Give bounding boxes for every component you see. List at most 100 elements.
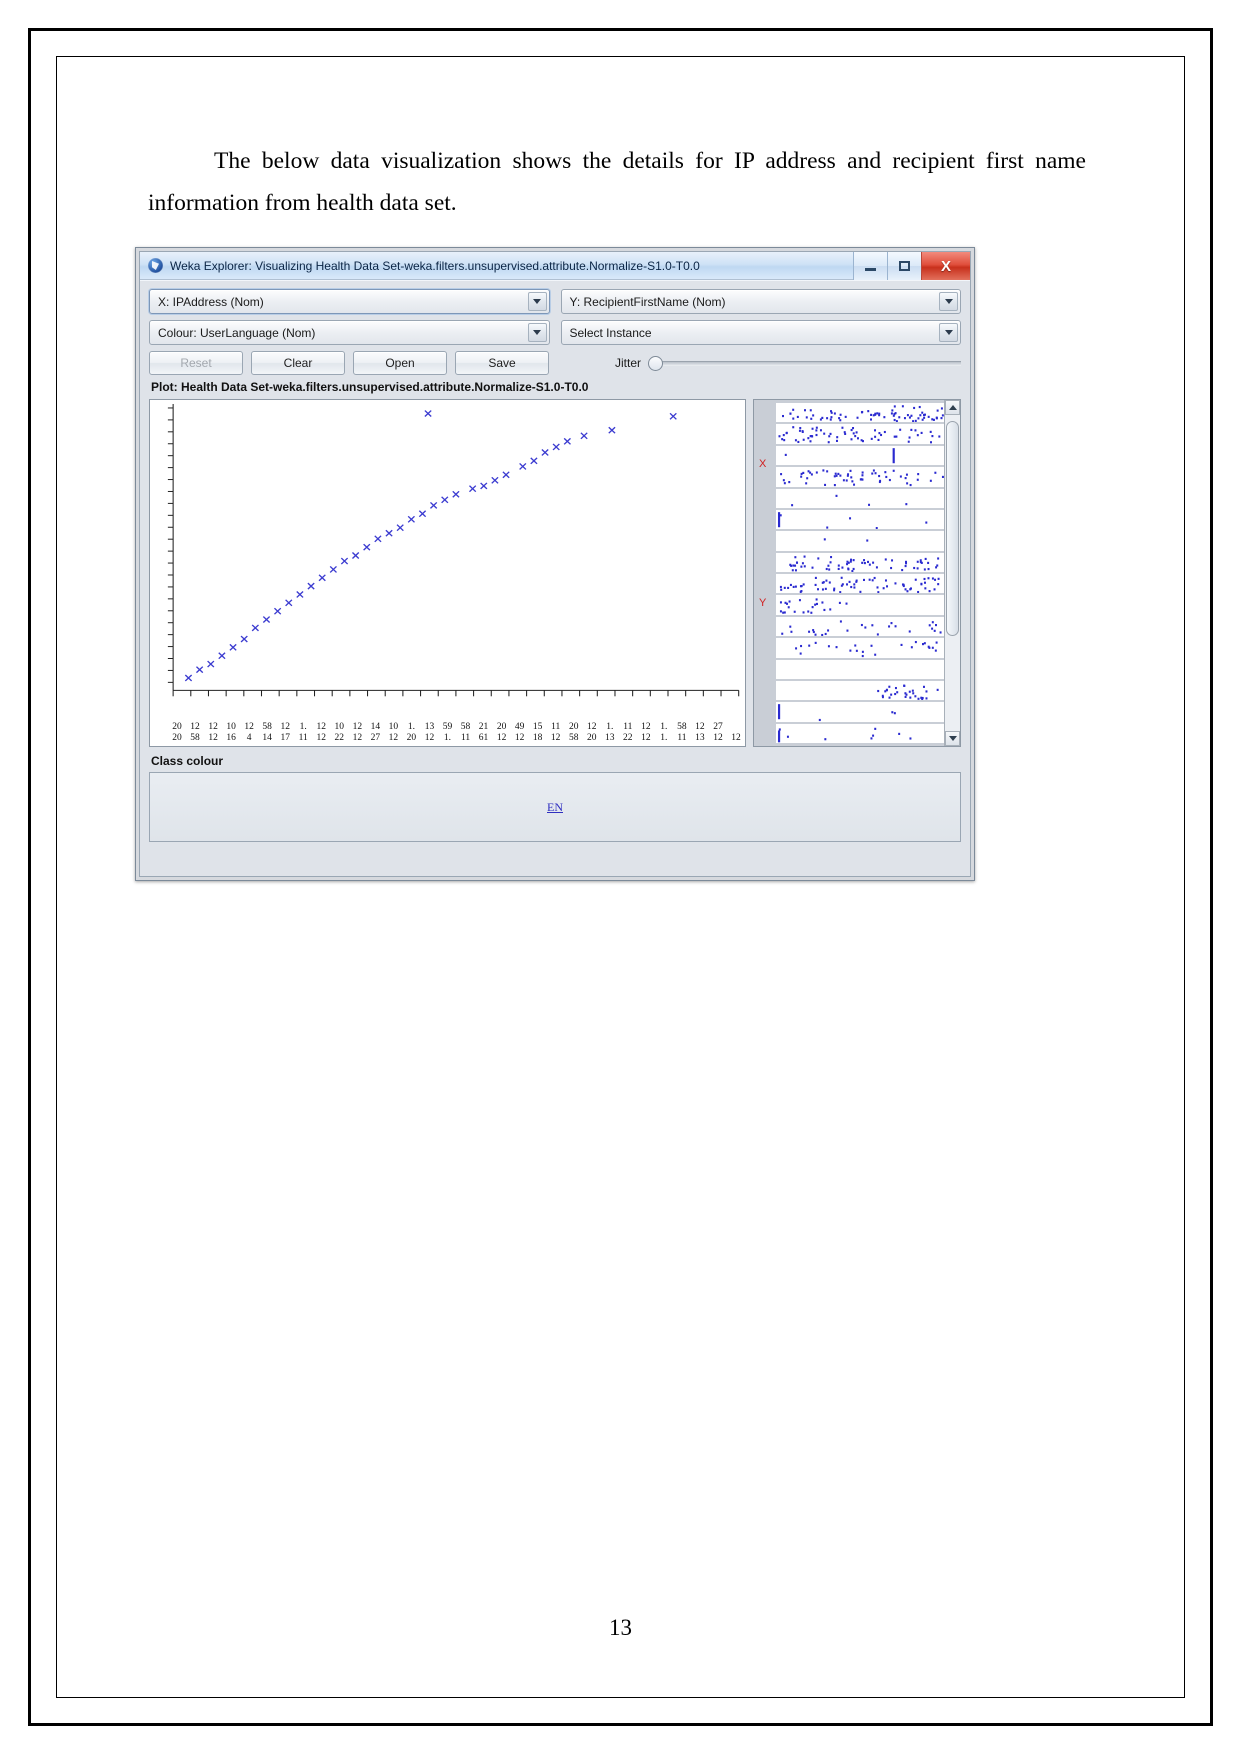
triangle-down-icon [948, 736, 957, 741]
jitter-slider-track[interactable] [662, 360, 961, 366]
scatter-point [218, 652, 226, 660]
scatter-point [563, 437, 571, 445]
jitter-slider-handle[interactable] [648, 355, 664, 371]
attribute-strip[interactable] [776, 445, 944, 466]
x-tick-label: 12 [731, 733, 741, 743]
x-tick-label: 15 18 [532, 722, 543, 743]
attribute-strip[interactable] [776, 595, 944, 615]
maximize-icon [899, 261, 910, 271]
paragraph-text: The below data visualization shows the d… [148, 148, 1086, 216]
scatter-point [318, 574, 326, 582]
x-axis-tick-labels: 20 20 12 58 12 12 10 16 12 4 58 14 12 17 1. 11 1… [150, 722, 745, 744]
colour-combo-arrow[interactable] [527, 323, 547, 342]
attribute-scrollbar[interactable] [944, 400, 960, 746]
minimize-icon [865, 267, 876, 271]
attribute-strip[interactable] [776, 403, 944, 423]
scatter-point [608, 426, 616, 434]
attribute-strip[interactable] [776, 531, 944, 551]
scatter-point [262, 616, 271, 623]
x-tick-label: 58 11 [460, 722, 471, 743]
triangle-up-icon [948, 405, 957, 410]
class-colour-heading: Class colour [151, 754, 224, 768]
close-icon: X [940, 257, 951, 275]
clear-button[interactable]: Clear [251, 351, 345, 375]
scrollbar-track[interactable] [945, 415, 960, 731]
scatter-point [251, 624, 259, 632]
scatter-point [468, 485, 477, 493]
attribute-strip[interactable] [776, 488, 944, 508]
x-axis-combo-arrow[interactable] [527, 292, 547, 311]
x-tick-label: 49 12 [514, 722, 525, 743]
select-instance-combo[interactable]: Select Instance [560, 320, 961, 345]
x-axis-combo[interactable]: X: IPAddress (Nom) [149, 289, 550, 314]
close-button[interactable]: X [921, 252, 970, 280]
attribute-strip[interactable] [776, 702, 944, 722]
attribute-strip-plot [777, 704, 896, 722]
window-content: X: IPAddress (Nom) Y: RecipientFirstName… [140, 281, 970, 876]
attribute-strip[interactable] [776, 509, 944, 530]
y-axis-combo-arrow[interactable] [939, 292, 958, 311]
select-instance-arrow[interactable] [939, 323, 958, 342]
weka-explorer-window: Weka Explorer: Visualizing Health Data S… [135, 247, 975, 881]
open-button[interactable]: Open [353, 351, 447, 375]
attribute-panel[interactable]: X Y [753, 399, 961, 747]
save-button[interactable]: Save [455, 351, 549, 375]
x-tick-label: 11 22 [623, 722, 633, 743]
x-axis-marker: X [759, 458, 767, 470]
scatter-point [374, 535, 382, 543]
x-tick-label: 12 17 [280, 722, 290, 743]
class-colour-entry[interactable]: EN [547, 800, 563, 815]
chevron-down-icon [533, 299, 541, 304]
maximize-button[interactable] [887, 252, 921, 280]
attribute-strip[interactable] [776, 424, 944, 444]
scatter-point [441, 496, 449, 504]
scroll-up-button[interactable] [945, 400, 960, 415]
select-instance-label: Select Instance [569, 325, 652, 340]
scatter-point [329, 565, 337, 573]
scatter-point [491, 476, 499, 484]
attribute-strip-plot [789, 555, 940, 572]
plot-title: Plot: Health Data Set-weka.filters.unsup… [151, 380, 589, 394]
scatter-point [351, 552, 360, 559]
x-tick-label: 12 12 [641, 722, 651, 743]
colour-instance-row: Colour: UserLanguage (Nom) Select Instan… [149, 320, 961, 345]
attribute-strip[interactable] [776, 680, 944, 701]
scatter-point [340, 557, 349, 565]
scatter-point [396, 524, 404, 532]
chevron-down-icon [944, 330, 953, 335]
attribute-strip[interactable] [776, 659, 944, 679]
attribute-strip[interactable] [776, 552, 944, 572]
scrollbar-thumb[interactable] [946, 421, 959, 636]
plot-area: 20 20 12 58 12 12 10 16 12 4 58 14 12 17 1. 11 1… [149, 399, 961, 747]
reset-button[interactable]: Reset [149, 351, 243, 375]
scatter-plot-canvas[interactable]: 20 20 12 58 12 12 10 16 12 4 58 14 12 17 1. 11 1… [149, 399, 746, 747]
scatter-point [240, 635, 248, 643]
scatter-point [307, 582, 315, 590]
scatter-point [519, 462, 527, 470]
attribute-strip-plot [791, 494, 908, 506]
weka-bird-icon [148, 258, 163, 273]
scroll-down-button[interactable] [945, 731, 960, 746]
scatter-point [385, 529, 393, 537]
colour-combo[interactable]: Colour: UserLanguage (Nom) [149, 320, 550, 345]
minimize-button[interactable] [853, 252, 887, 280]
attribute-strip[interactable] [776, 467, 944, 487]
axis-select-row: X: IPAddress (Nom) Y: RecipientFirstName… [149, 289, 961, 314]
x-tick-label: 20 12 [496, 722, 507, 743]
attribute-strip-plot [778, 426, 941, 444]
attribute-strip[interactable] [776, 616, 944, 637]
colour-combo-label: Colour: UserLanguage (Nom) [158, 325, 316, 340]
x-tick-label: 10 16 [226, 722, 236, 743]
x-tick-label: 13 12 [424, 722, 435, 743]
attribute-strip[interactable] [776, 574, 944, 594]
scatter-point [424, 410, 432, 417]
attribute-strip[interactable] [776, 638, 944, 658]
attribute-strip[interactable] [776, 723, 944, 743]
attribute-strip-list [776, 403, 944, 743]
scatter-point [207, 660, 215, 668]
y-axis-combo[interactable]: Y: RecipientFirstName (Nom) [560, 289, 961, 314]
window-frame: Weka Explorer: Visualizing Health Data S… [139, 251, 971, 877]
scatter-point [407, 515, 415, 523]
x-tick-label: 1. 1. [660, 722, 668, 743]
attribute-strip-plot [777, 512, 928, 530]
